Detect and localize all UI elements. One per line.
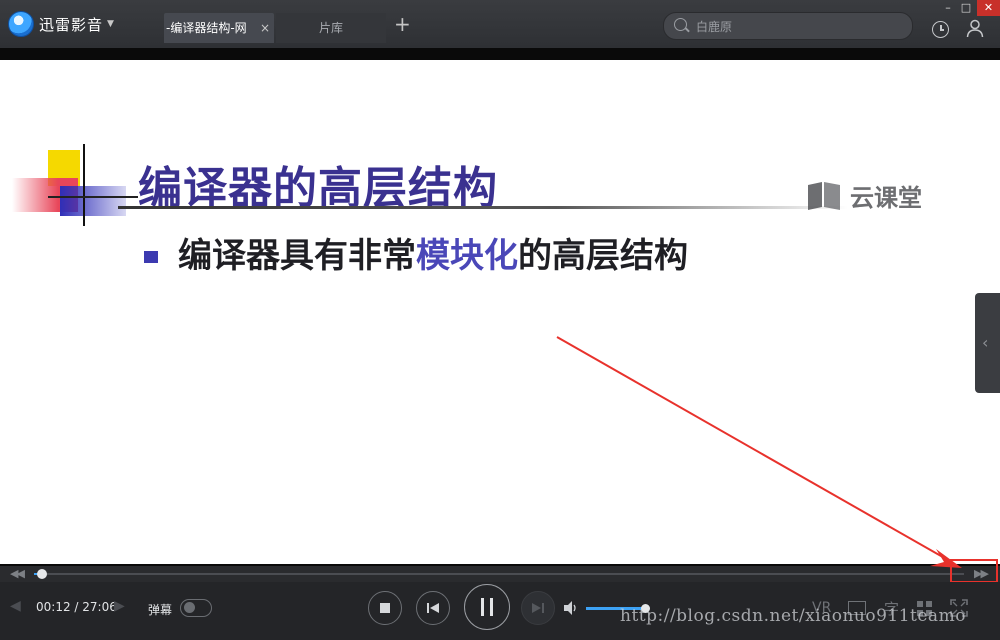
tab-close-icon[interactable]: × bbox=[260, 13, 270, 43]
chevron-left-icon: ‹ bbox=[982, 333, 989, 352]
search-input[interactable] bbox=[694, 16, 898, 38]
progress-thumb[interactable] bbox=[37, 569, 48, 579]
brand-text: 云课堂 bbox=[850, 184, 922, 212]
volume-icon[interactable] bbox=[563, 600, 579, 616]
add-tab-button[interactable]: + bbox=[394, 12, 411, 36]
bullet-marker bbox=[144, 251, 158, 263]
pause-icon bbox=[481, 598, 493, 616]
video-player[interactable]: 云课堂 编译器的高层结构 编译器具有非常模块化的高层结构 bbox=[0, 48, 1000, 566]
previous-button[interactable] bbox=[416, 591, 450, 625]
danmu-label: 弹幕 bbox=[148, 603, 173, 617]
seek-back-icon[interactable]: ◀ bbox=[10, 598, 21, 614]
maximize-button[interactable]: □ bbox=[956, 0, 976, 16]
next-button[interactable] bbox=[521, 591, 555, 625]
side-panel-toggle[interactable]: ‹ bbox=[975, 293, 1000, 393]
app-menu[interactable]: 迅雷影音 ▼ bbox=[8, 11, 114, 37]
rewind-icon[interactable]: ◀◀ bbox=[10, 567, 25, 580]
close-button[interactable]: ✕ bbox=[977, 0, 1000, 16]
app-name: 迅雷影音 bbox=[39, 15, 104, 34]
search-icon[interactable] bbox=[674, 18, 687, 31]
slide-bullet: 编译器具有非常模块化的高层结构 bbox=[178, 228, 688, 277]
pause-button[interactable] bbox=[464, 584, 510, 630]
skip-next-icon bbox=[532, 603, 544, 613]
history-icon[interactable] bbox=[932, 21, 949, 38]
stop-icon bbox=[380, 603, 390, 613]
chevron-down-icon: ▼ bbox=[107, 19, 114, 29]
minimize-button[interactable]: – bbox=[938, 0, 958, 16]
title-underline bbox=[118, 206, 848, 209]
slide-frame: 云课堂 编译器的高层结构 编译器具有非常模块化的高层结构 bbox=[0, 60, 1000, 564]
annotation-highlight-box bbox=[950, 559, 998, 583]
app-logo-icon bbox=[8, 11, 34, 37]
user-icon[interactable] bbox=[965, 18, 985, 38]
watermark: http://blog.csdn.net/xiaonuo911teamo bbox=[620, 606, 966, 626]
danmu-toggle[interactable] bbox=[180, 599, 212, 617]
bullet-text-highlight: 模块化 bbox=[416, 236, 518, 276]
progress-bar-row: ◀◀ ▶▶ bbox=[0, 566, 1000, 582]
progress-track[interactable] bbox=[34, 569, 964, 579]
bullet-text-end: 的高层结构 bbox=[518, 236, 688, 276]
skip-previous-icon bbox=[427, 603, 439, 613]
seek-forward-icon[interactable]: ▶ bbox=[114, 598, 125, 614]
tab-library[interactable]: 片库 bbox=[276, 13, 386, 43]
title-bar: 迅雷影音 ▼ -编译器结构-网 × 片库 + – □ ✕ bbox=[0, 0, 1000, 49]
toggle-knob bbox=[184, 602, 195, 613]
stop-button[interactable] bbox=[368, 591, 402, 625]
tab-label: -编译器结构-网 bbox=[166, 21, 247, 35]
tab-current-video[interactable]: -编译器结构-网 × bbox=[164, 13, 274, 43]
bullet-text-start: 编译器具有非常 bbox=[178, 236, 416, 276]
time-display: 00:12 / 27:06 bbox=[36, 600, 117, 614]
search-box bbox=[663, 12, 913, 40]
